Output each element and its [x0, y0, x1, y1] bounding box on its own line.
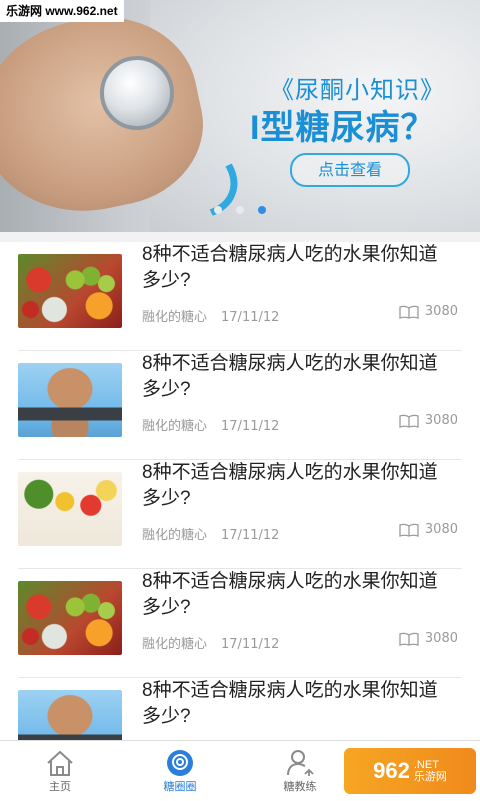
article-date: 17/11/12 [221, 419, 280, 434]
article-item[interactable]: 8种不适合糖尿病人吃的水果你知道多少? 融化的糖心 17/11/12 3080 [18, 569, 462, 678]
banner-pagination[interactable] [0, 206, 480, 214]
article-read-count: 3080 [399, 522, 458, 537]
article-title[interactable]: 8种不适合糖尿病人吃的水果你知道多少? [142, 460, 456, 512]
book-icon [399, 305, 419, 319]
tab-home[interactable]: 主页 [0, 741, 120, 801]
article-thumbnail[interactable] [18, 254, 122, 328]
banner-dot-1[interactable] [214, 206, 222, 214]
article-item[interactable]: 8种不适合糖尿病人吃的水果你知道多少? 融化的糖心 17/11/12 3080 [18, 351, 462, 460]
tab-home-label: 主页 [49, 780, 71, 793]
logo-site-name: 乐游网 [413, 771, 447, 783]
chat-bubble-icon [165, 748, 195, 778]
tab-coach-label: 糖教练 [283, 780, 317, 793]
banner-view-button[interactable]: 点击查看 [290, 153, 410, 187]
article-list[interactable]: 8种不适合糖尿病人吃的水果你知道多少? 融化的糖心 17/11/12 3080 8种不适… [0, 242, 480, 740]
article-meta: 融化的糖心 17/11/12 [142, 524, 279, 543]
article-author: 融化的糖心 [142, 419, 208, 434]
banner-dot-3[interactable] [258, 206, 266, 214]
read-count-value: 3080 [424, 304, 458, 319]
article-date: 17/11/12 [221, 310, 280, 325]
article-author: 融化的糖心 [142, 310, 208, 325]
article-author: 融化的糖心 [142, 528, 208, 543]
read-count-value: 3080 [424, 522, 458, 537]
article-title[interactable]: 8种不适合糖尿病人吃的水果你知道多少? [142, 678, 456, 730]
article-read-count: 3080 [399, 304, 458, 319]
book-icon [399, 523, 419, 537]
article-title[interactable]: 8种不适合糖尿病人吃的水果你知道多少? [142, 242, 456, 294]
tab-sugar-circle-label: 糖圈圈 [163, 780, 197, 793]
article-title[interactable]: 8种不适合糖尿病人吃的水果你知道多少? [142, 569, 456, 621]
article-author: 融化的糖心 [142, 637, 208, 652]
coach-icon [285, 748, 315, 778]
read-count-value: 3080 [424, 631, 458, 646]
article-date: 17/11/12 [221, 637, 280, 652]
tab-coach[interactable]: 糖教练 [240, 741, 360, 801]
tab-sugar-circle[interactable]: 糖圈圈 [120, 741, 240, 801]
article-meta: 融化的糖心 17/11/12 [142, 633, 279, 652]
article-thumbnail[interactable] [18, 581, 122, 655]
promo-banner[interactable]: 《尿酮小知识》 I型糖尿病？ 点击查看 [0, 0, 480, 232]
article-item[interactable]: 8种不适合糖尿病人吃的水果你知道多少? 融化的糖心 17/11/12 3080 [18, 460, 462, 569]
article-item[interactable]: 8种不适合糖尿病人吃的水果你知道多少? 融化的糖心 17/11/12 3080 [18, 242, 462, 351]
stethoscope-icon [100, 56, 174, 130]
article-item[interactable]: 8种不适合糖尿病人吃的水果你知道多少?融化的糖心17/11/123080 [18, 678, 462, 740]
site-logo-watermark: 962 .NET 乐游网 [344, 748, 476, 794]
article-title[interactable]: 8种不适合糖尿病人吃的水果你知道多少? [142, 351, 456, 403]
banner-dot-2[interactable] [236, 206, 244, 214]
article-thumbnail[interactable] [18, 472, 122, 546]
article-read-count: 3080 [399, 413, 458, 428]
article-meta: 融化的糖心 17/11/12 [142, 306, 279, 325]
article-thumbnail[interactable] [18, 363, 122, 437]
read-count-value: 3080 [424, 413, 458, 428]
logo-number: 962 [373, 758, 410, 783]
article-date: 17/11/12 [221, 528, 280, 543]
section-divider [0, 232, 480, 242]
site-watermark: 乐游网 www.962.net [0, 0, 124, 22]
home-icon [45, 748, 75, 778]
book-icon [399, 414, 419, 428]
article-thumbnail[interactable] [18, 690, 122, 740]
logo-domain: .NET [413, 759, 439, 771]
book-icon [399, 632, 419, 646]
article-read-count: 3080 [399, 631, 458, 646]
banner-headline-large: I型糖尿病？ [250, 109, 436, 147]
logo-text: .NET 乐游网 [414, 759, 447, 783]
article-meta: 融化的糖心 17/11/12 [142, 415, 279, 434]
